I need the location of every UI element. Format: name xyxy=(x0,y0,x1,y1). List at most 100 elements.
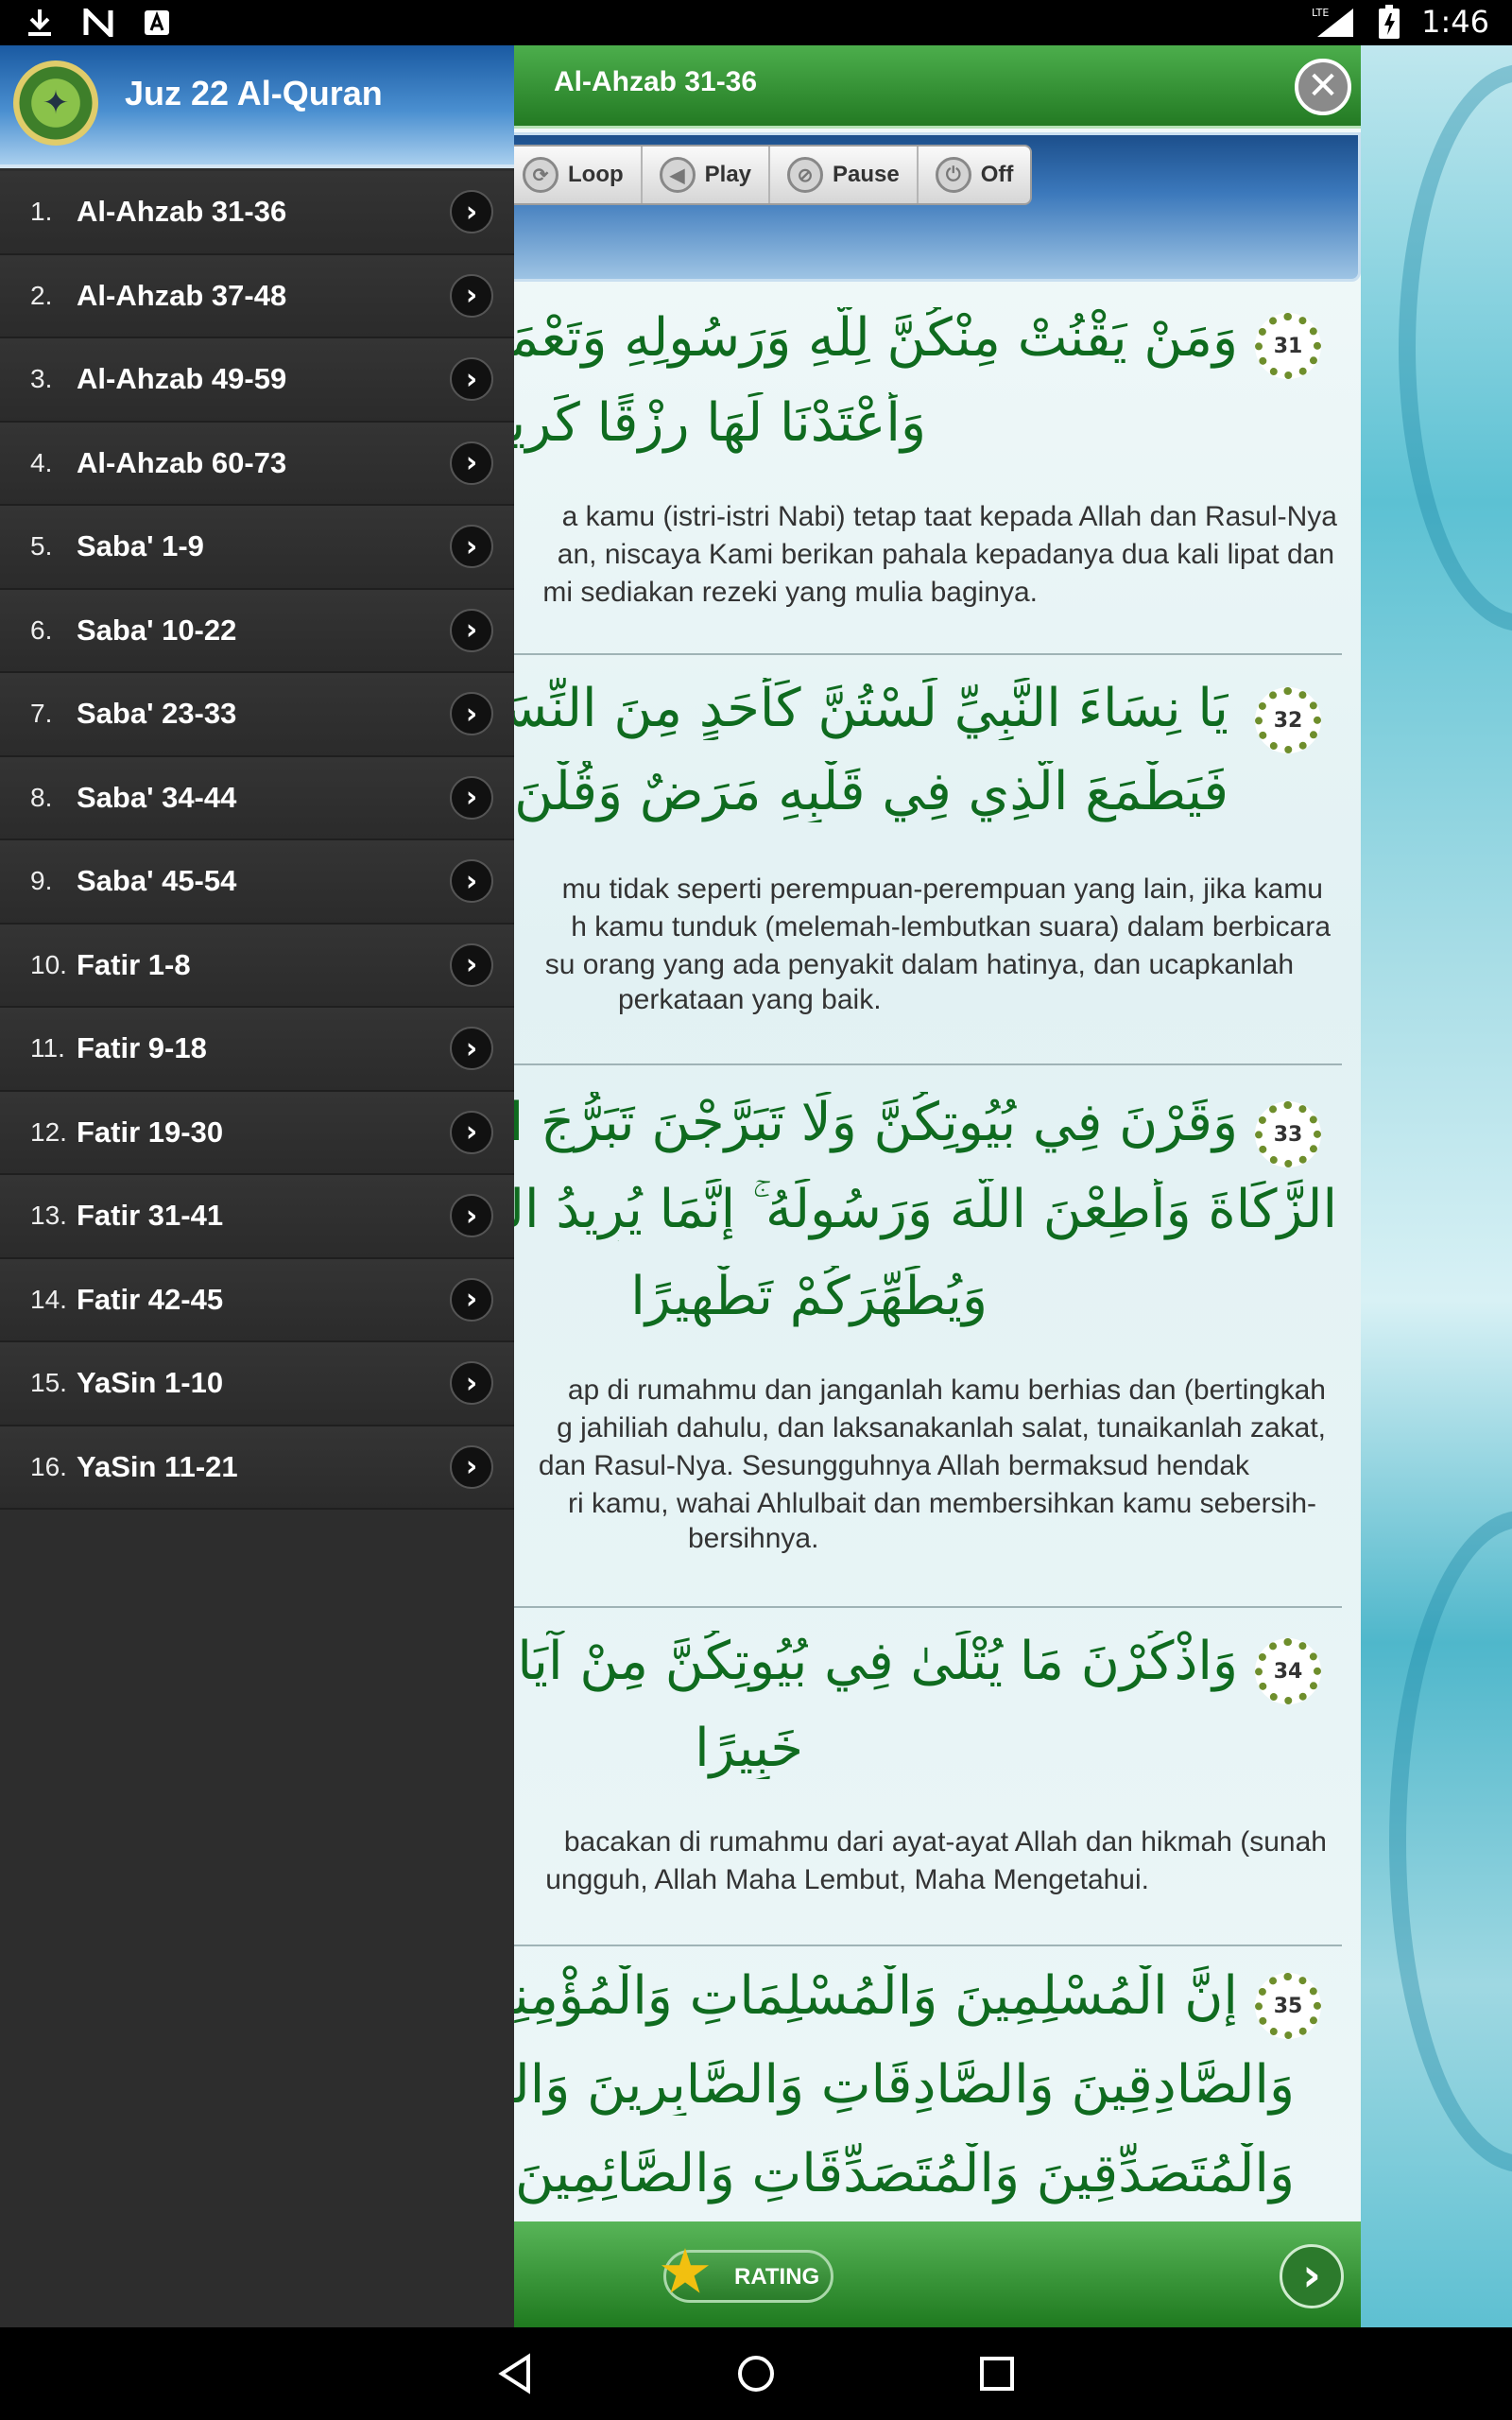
download-icon xyxy=(23,6,57,40)
drawer-item[interactable]: 11. Fatir 9-18 › xyxy=(0,1008,514,1092)
chevron-right-icon[interactable]: › xyxy=(450,775,493,820)
svg-text:LTE: LTE xyxy=(1312,7,1329,19)
drawer-item-label: Fatir 31-41 xyxy=(77,1199,224,1233)
drawer-item-label: Saba' 1-9 xyxy=(77,529,204,563)
drawer-item-label: Fatir 42-45 xyxy=(77,1282,224,1316)
verse-number-badge: 34 xyxy=(1255,1638,1321,1704)
status-time: 1:46 xyxy=(1421,4,1489,40)
drawer-item[interactable]: 6. Saba' 10-22 › xyxy=(0,589,514,673)
drawer-item-number: 3. xyxy=(30,364,53,394)
drawer-item[interactable]: 7. Saba' 23-33 › xyxy=(0,673,514,757)
pause-label: Pause xyxy=(833,162,900,187)
drawer-item-label: Saba' 45-54 xyxy=(77,864,237,898)
drawer-item-number: 9. xyxy=(30,866,53,896)
verse-number-badge: 31 xyxy=(1255,313,1321,379)
drawer-item-number: 13. xyxy=(30,1201,67,1231)
off-button[interactable]: ⏻ Off xyxy=(919,147,1031,203)
recents-button[interactable] xyxy=(971,2348,1022,2399)
chevron-right-icon[interactable]: › xyxy=(450,357,493,402)
drawer-item[interactable]: 15. YaSin 1-10 › xyxy=(0,1342,514,1426)
back-button[interactable] xyxy=(490,2348,541,2399)
back-icon xyxy=(498,2353,530,2394)
verse-number-badge: 33 xyxy=(1255,1101,1321,1167)
drawer-item-number: 11. xyxy=(30,1033,65,1063)
drawer-item[interactable]: 8. Saba' 34-44 › xyxy=(0,756,514,840)
drawer-item-number: 12. xyxy=(30,1116,67,1147)
chevron-right-icon[interactable]: › xyxy=(450,692,493,736)
drawer-item[interactable]: 2. Al-Ahzab 37-48 › xyxy=(0,254,514,338)
drawer-item-number: 4. xyxy=(30,447,53,477)
play-label: Play xyxy=(704,162,752,187)
home-button[interactable] xyxy=(730,2348,782,2399)
drawer-item[interactable]: 12. Fatir 19-30 › xyxy=(0,1091,514,1175)
lte-signal-icon: LTE xyxy=(1310,5,1357,39)
chevron-right-icon[interactable]: › xyxy=(450,942,493,987)
verse-number-badge: 35 xyxy=(1255,1973,1321,2039)
drawer-item[interactable]: 5. Saba' 1-9 › xyxy=(0,506,514,590)
quran-logo-icon: ✦ xyxy=(13,60,98,146)
chevron-right-icon[interactable]: › xyxy=(450,190,493,234)
drawer-item-number: 5. xyxy=(30,531,53,562)
drawer-item-number: 6. xyxy=(30,614,53,645)
chevron-right-icon[interactable]: › xyxy=(450,1277,493,1322)
recents-icon xyxy=(980,2357,1014,2391)
drawer-item-number: 10. xyxy=(30,949,67,979)
chevron-right-icon[interactable]: › xyxy=(450,1110,493,1154)
drawer-item[interactable]: 13. Fatir 31-41 › xyxy=(0,1175,514,1259)
drawer-item[interactable]: 9. Saba' 45-54 › xyxy=(0,840,514,925)
loop-label: Loop xyxy=(568,162,624,187)
background-decoration xyxy=(1361,45,1512,2327)
drawer-item[interactable]: 4. Al-Ahzab 60-73 › xyxy=(0,422,514,506)
chevron-right-icon[interactable]: › xyxy=(450,273,493,318)
chevron-right-icon[interactable]: › xyxy=(450,608,493,652)
verse-translation-line: bersihnya. xyxy=(688,1523,819,1554)
status-bar: LTE 1:46 xyxy=(0,0,1512,45)
chevron-right-icon: › xyxy=(1302,2249,1321,2302)
drawer-item-number: 15. xyxy=(30,1368,67,1398)
drawer-menu: 1. Al-Ahzab 31-36 › 2. Al-Ahzab 37-48 › 3. Al-A… xyxy=(0,171,514,1510)
n-notification-icon xyxy=(81,6,115,40)
page-title: Al-Ahzab 31-36 xyxy=(554,66,758,97)
loop-button[interactable]: ⟳ Loop xyxy=(506,147,643,203)
chevron-right-icon[interactable]: › xyxy=(450,1194,493,1238)
system-nav-bar xyxy=(0,2327,1512,2420)
play-button[interactable]: ◀ Play xyxy=(643,147,771,203)
drawer-item-number: 8. xyxy=(30,782,53,812)
next-button[interactable]: › xyxy=(1280,2244,1344,2308)
drawer-item-label: Fatir 9-18 xyxy=(77,1031,207,1065)
close-icon: ✕ xyxy=(1307,64,1339,108)
drawer-item-label: Fatir 19-30 xyxy=(77,1115,224,1149)
drawer-item-label: Al-Ahzab 31-36 xyxy=(77,195,287,229)
chevron-right-icon[interactable]: › xyxy=(450,1444,493,1489)
drawer-item[interactable]: 1. Al-Ahzab 31-36 › xyxy=(0,171,514,255)
drawer-item-number: 7. xyxy=(30,699,53,729)
pause-icon: ⊘ xyxy=(787,157,824,193)
navigation-drawer: ✦ Juz 22 Al-Quran 1. Al-Ahzab 31-36 › 2. Al-… xyxy=(0,45,514,2327)
chevron-right-icon[interactable]: › xyxy=(450,441,493,485)
rating-button[interactable]: ★ RATING xyxy=(661,2245,833,2303)
pause-button[interactable]: ⊘ Pause xyxy=(770,147,919,203)
loop-icon: ⟳ xyxy=(523,157,558,193)
drawer-header: ✦ Juz 22 Al-Quran xyxy=(0,45,514,168)
drawer-item-label: Al-Ahzab 37-48 xyxy=(77,278,287,312)
verse-translation-line: perkataan yang baik. xyxy=(618,984,882,1015)
chevron-right-icon[interactable]: › xyxy=(450,859,493,904)
verse-number-badge: 32 xyxy=(1255,687,1321,753)
chevron-right-icon[interactable]: › xyxy=(450,1027,493,1071)
drawer-item-label: Saba' 34-44 xyxy=(77,780,237,814)
drawer-item-label: Fatir 1-8 xyxy=(77,947,191,981)
drawer-item[interactable]: 10. Fatir 1-8 › xyxy=(0,924,514,1008)
drawer-item-label: Saba' 23-33 xyxy=(77,697,237,731)
drawer-item[interactable]: 16. YaSin 11-21 › xyxy=(0,1426,514,1510)
close-button[interactable]: ✕ xyxy=(1295,59,1351,115)
audio-controls: ⟳ Loop ◀ Play ⊘ Pause ⏻ Off xyxy=(504,145,1033,205)
chevron-right-icon[interactable]: › xyxy=(450,1361,493,1406)
chevron-right-icon[interactable]: › xyxy=(450,525,493,569)
drawer-item[interactable]: 3. Al-Ahzab 49-59 › xyxy=(0,338,514,423)
power-icon: ⏻ xyxy=(935,157,971,193)
a-notification-icon xyxy=(140,6,174,40)
drawer-item-label: Al-Ahzab 49-59 xyxy=(77,362,287,396)
battery-charging-icon xyxy=(1372,5,1406,39)
drawer-item[interactable]: 14. Fatir 42-45 › xyxy=(0,1258,514,1342)
drawer-item-label: Al-Ahzab 60-73 xyxy=(77,445,287,479)
